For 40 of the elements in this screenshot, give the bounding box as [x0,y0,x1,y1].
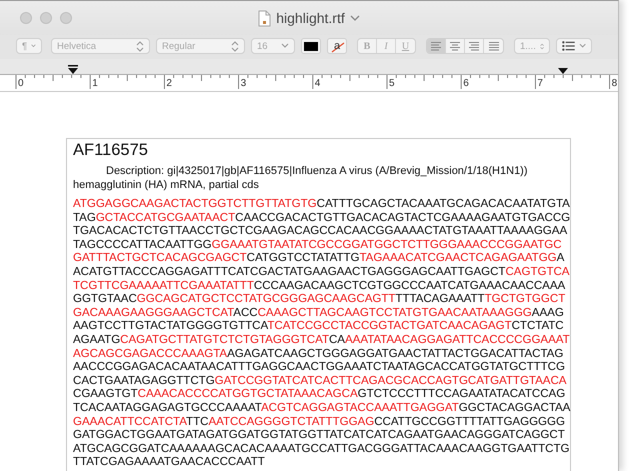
ruler-number: 2 [166,78,172,89]
ruler-number: 5 [389,78,395,89]
ruler-number: 6 [463,78,469,89]
ruler-number: 4 [314,78,320,89]
sequence-line: AAGTCCTTGTACTATGGGGTGTTCATCATCCGCCTACCGGTACTGATCAACAGAGTCTCTATC [73,319,564,333]
sequence-line: ACATGTTACCCAGGAGATTTCATCGACTATGAAGAACTGAGGGAGCAATTGAGCTCAGTGTCA [73,264,570,279]
sequence-line: TTATCGAGAAAATGAACACCCAATT [73,455,265,469]
sequence-line: GATGGACTGGAATGATAGATGGATGGTATGGTTATCATCATCAGAATGAACAGGGATCAGGCT [73,428,565,442]
font-size-field[interactable]: 16 [251,38,295,54]
sequence-heading: AF116575 [73,141,148,160]
line-spacing-popup[interactable]: 1.... [514,38,550,54]
ruler-number: 8 [612,78,618,89]
paragraph-style-popup[interactable]: ¶ [16,38,42,54]
sequence-line: CACTGAATAGAGGTTCTGGATCCGGTATCATCACTTCAGACGCACCAGTGCATGATTGTAACA [73,374,566,388]
ruler-number: 1 [92,78,98,89]
ruler-number: 7 [537,78,543,89]
ruler-number: 0 [18,78,24,89]
typeface-popup[interactable]: Regular [156,38,245,54]
sequence-line: ATGGAGGCAAGACTACTGGTCTTGTTATGTGCATTTGCAGCTACAAATGCAGACACAATATGTA [73,197,570,211]
sequence-line: TCACAATAGGAGAGTGCCCAAAATACGTCAGGAGTACCAAATTGAGGATGGCTACAGGACTAA [73,400,570,414]
sequence-line: ATGCAGCGGATCAAAAAAGCACACAAAATGCCATTGACGGGATTACAAACAAGGTGAATTCTG [73,442,570,456]
sequence-line: CGAAGTGTCAAACACCCCATGGTGCTATAAACAGCAGTCTCCCTTTCCAGAATATACATCCAG [73,387,566,401]
sequence-line: GATTTACTGCTCACAGCGAGCTCATGGTCCTATATTGTAGAAACATCGAACTCAGAGAATGGA [73,251,564,265]
sequence-line: AACCCGGAGACACAATAACATTTGAGGCAACTGGAAATCTAATAGCACCATGGTATGCTTTCG [73,360,565,374]
sequence-line: TCGTTCGAAAAATTCGAAATATTTCCCAAGACAAGCTCGTGGCCCAATCATGAAACAACCAAA [73,278,566,292]
sequence-line: GGTGTAACGGCAGCATGCTCCTATGCGGGAGCAAGCAGTTTTTACAGAAATTTGCTGTGGCT [73,292,566,306]
window-title: highlight.rtf [276,10,345,26]
description-text: Description: gi|4325017|gb|AF116575|Influenza A virus (A/Brevig_Mission/1/18(H1N1)) hemagglutinin (HA) mRNA, partial cds [73,164,529,192]
ruler-number: 3 [240,78,246,89]
italic-button[interactable]: I [377,39,396,53]
sequence-line: GAAACATTCCATCTATTCAATCCAGGGGTCTATTTGGAGCCATTGCCGGTTTTATTGAGGGGG [73,414,565,428]
sequence-line: AGAATGCAGATGCTTATGTCTCTGTAGGGTCATCAAAATATAACAGGAGATTCACCCCGGAAAT [73,332,570,347]
sequence-line: AGCAGCGAGACCCAAAGTAAGAGATCAAGCTGGGAGGATGAACTATTACTGGACATTACTAG [73,346,564,360]
sequence-line: TGACACACTCTGTTAACCTGCTCGAAGACAGCCACAACGGAAAACTATGTAAATTAAAAGGAA [73,224,568,238]
underline-button[interactable]: U [396,39,415,53]
sequence-line: TAGGCTACCATGCGAATAACTCAACCGACACTGTTGACACAGTACTCGAAAAGAATGTGACCG [73,210,570,224]
sequence-line: GACAAAGAAGGGAAGCTCATACCCAAAGCTTAGCAAGTCCTATGTGAACAATAAAGGGAAAG [73,306,564,320]
bold-button[interactable]: B [358,39,377,53]
sequence-line: TAGCCCCATTACAATTGGGGAAATGTAATATCGCCGGATGGCTCTTGGGAAACCCGGAATGC [73,238,562,252]
font-family-popup[interactable]: Helvetica [51,38,150,54]
